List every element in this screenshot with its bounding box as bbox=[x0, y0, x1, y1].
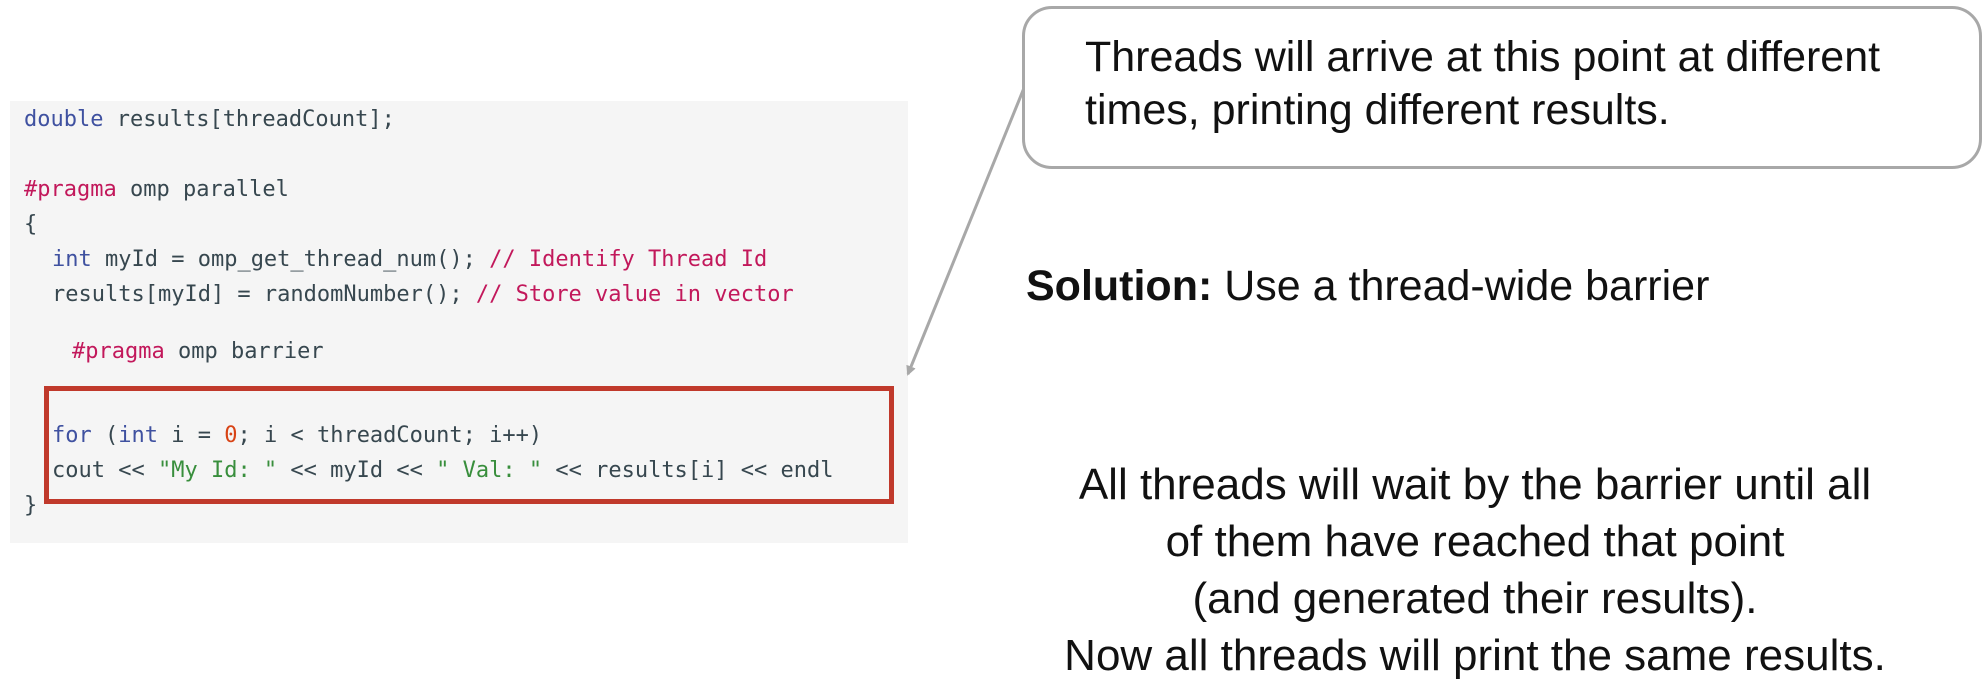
highlight-box bbox=[44, 386, 894, 504]
code-line-declaration: double results[threadCount]; bbox=[24, 107, 395, 132]
code-line-close-brace: } bbox=[24, 493, 37, 518]
keyword-double: double bbox=[24, 107, 104, 132]
code-text: } bbox=[24, 493, 38, 518]
pragma-directive: #pragma bbox=[24, 177, 117, 202]
explanation-line: (and generated their results). bbox=[1192, 574, 1758, 623]
callout-box: Threads will arrive at this point at dif… bbox=[1022, 6, 1982, 169]
explanation-line: Now all threads will print the same resu… bbox=[1064, 631, 1886, 680]
solution-description: Use a thread-wide barrier bbox=[1212, 262, 1710, 310]
callout-line: Threads will arrive at this point at dif… bbox=[1085, 33, 1881, 81]
code-text: { bbox=[24, 212, 38, 237]
keyword-int: int bbox=[52, 247, 92, 272]
solution-text: Solution: Use a thread-wide barrier bbox=[1026, 262, 1709, 311]
code-text: results[threadCount]; bbox=[103, 107, 395, 132]
code-comment: // Identify Thread Id bbox=[489, 247, 768, 272]
pragma-directive: #pragma bbox=[72, 339, 165, 364]
code-line-pragma-barrier: #pragma omp barrier bbox=[72, 339, 324, 364]
explanation-line: of them have reached that point bbox=[1165, 517, 1785, 566]
code-text: omp barrier bbox=[164, 339, 324, 364]
explanation-text: All threads will wait by the barrier unt… bbox=[1010, 456, 1940, 684]
code-line-pragma-parallel: #pragma omp parallel bbox=[24, 177, 289, 202]
callout-text: Threads will arrive at this point at dif… bbox=[1085, 31, 1965, 137]
code-line-myid: int myId = omp_get_thread_num(); // Iden… bbox=[52, 247, 767, 272]
code-text: results[myId] = randomNumber(); bbox=[52, 282, 476, 307]
code-text: omp parallel bbox=[116, 177, 289, 202]
callout-line: times, printing different results. bbox=[1085, 86, 1670, 134]
code-text: myId = omp_get_thread_num(); bbox=[91, 247, 490, 272]
explanation-line: All threads will wait by the barrier unt… bbox=[1078, 460, 1872, 509]
code-line-results: results[myId] = randomNumber(); // Store… bbox=[52, 282, 794, 307]
code-comment: // Store value in vector bbox=[475, 282, 794, 307]
solution-label: Solution: bbox=[1026, 262, 1213, 310]
code-line-open-brace: { bbox=[24, 212, 37, 237]
